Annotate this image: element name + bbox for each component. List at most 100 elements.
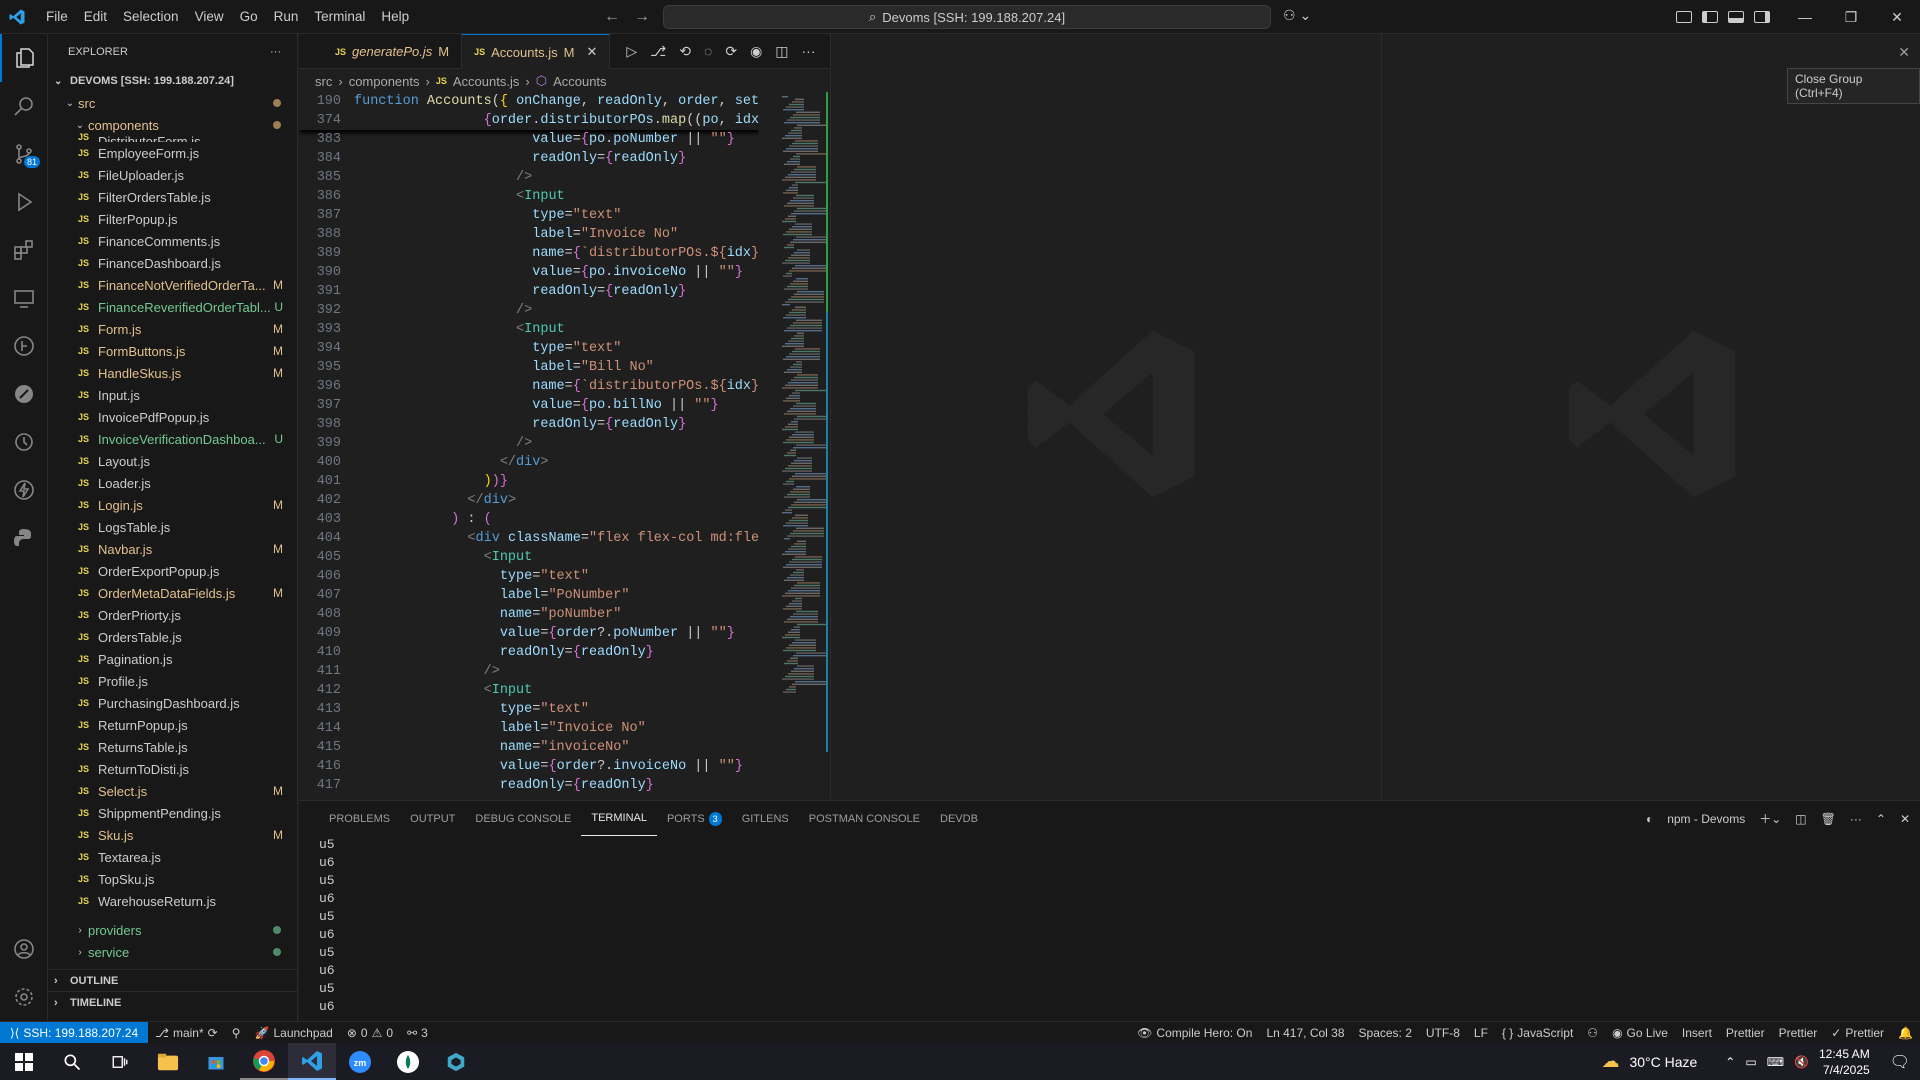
- terminal-name[interactable]: npm - Devoms: [1667, 812, 1745, 826]
- code-line[interactable]: 387 type="text": [299, 206, 759, 225]
- code-line[interactable]: 402 </div>: [299, 491, 759, 510]
- timeline-section[interactable]: › TIMELINE: [48, 991, 297, 1013]
- restore-icon[interactable]: ❐: [1828, 0, 1874, 34]
- code-line[interactable]: 396 name={`distributorPOs.${idx}.: [299, 377, 759, 396]
- close-tab-icon[interactable]: ✕: [586, 44, 597, 60]
- panel-tab-debug-console[interactable]: DEBUG CONSOLE: [465, 801, 581, 836]
- toggle-panel-icon[interactable]: [1728, 11, 1744, 23]
- code-line[interactable]: 413 type="text": [299, 700, 759, 719]
- file-item[interactable]: JS Textarea.js: [48, 846, 297, 868]
- menu-view[interactable]: View: [187, 0, 232, 34]
- next-change-icon[interactable]: ⟳: [725, 43, 737, 60]
- code-line[interactable]: 386 <Input: [299, 187, 759, 206]
- file-item[interactable]: JS FormButtons.js M: [48, 340, 297, 362]
- insert-mode[interactable]: Insert: [1675, 1026, 1719, 1040]
- chrome-icon[interactable]: [240, 1043, 288, 1080]
- file-item[interactable]: JS TopSku.js: [48, 868, 297, 890]
- file-item[interactable]: JS ShippmentPending.js: [48, 802, 297, 824]
- code-line[interactable]: 414 label="Invoice No": [299, 719, 759, 738]
- code-line[interactable]: 384 readOnly={readOnly}: [299, 149, 759, 168]
- notifications-icon[interactable]: 🔔: [1891, 1026, 1920, 1040]
- menu-run[interactable]: Run: [266, 0, 307, 34]
- store-icon[interactable]: [192, 1043, 240, 1080]
- code-line[interactable]: 397 value={po.billNo || ""}: [299, 396, 759, 415]
- file-item[interactable]: JS HandleSkus.js M: [48, 362, 297, 384]
- network-icon[interactable]: ⌨: [1767, 1055, 1784, 1069]
- indentation[interactable]: Spaces: 2: [1352, 1026, 1419, 1040]
- vscode-taskbar-icon[interactable]: [288, 1043, 336, 1080]
- file-item[interactable]: JS Loader.js: [48, 472, 297, 494]
- file-item[interactable]: JS ReturnPopup.js: [48, 714, 297, 736]
- file-item[interactable]: JS Input.js: [48, 384, 297, 406]
- panel-tab-output[interactable]: OUTPUT: [400, 801, 465, 836]
- back-arrow-icon[interactable]: ←: [604, 8, 620, 26]
- code-line[interactable]: 390 value={po.invoiceNo || ""}: [299, 263, 759, 282]
- terminal-output[interactable]: u5 u6 u5 u6 u5 u6 u5 u6 u5 u6: [299, 836, 1920, 1016]
- volume-mute-icon[interactable]: 🔇: [1794, 1055, 1809, 1069]
- code-line[interactable]: 405 <Input: [299, 548, 759, 567]
- code-line[interactable]: 415 name="invoiceNo": [299, 738, 759, 757]
- gitlens-blame-icon[interactable]: ◉: [750, 43, 762, 60]
- battery-icon[interactable]: ▭: [1745, 1055, 1756, 1069]
- breadcrumb-item[interactable]: src: [315, 74, 332, 89]
- zoom-icon[interactable]: zm: [336, 1043, 384, 1080]
- windows-start-icon[interactable]: [0, 1043, 48, 1080]
- file-item[interactable]: JS EmployeeForm.js: [48, 142, 297, 164]
- toggle-secondary-sidebar-icon[interactable]: [1754, 11, 1770, 23]
- weather-label[interactable]: 30°C Haze: [1629, 1054, 1697, 1070]
- file-item[interactable]: JS LogsTable.js: [48, 516, 297, 538]
- problems-status[interactable]: ⊗ 0 ⚠ 0: [340, 1026, 400, 1040]
- extensions-icon[interactable]: [0, 226, 48, 274]
- code-line[interactable]: 395 label="Bill No": [299, 358, 759, 377]
- file-item[interactable]: JS FinanceNotVerifiedOrderTa... M: [48, 274, 297, 296]
- code-line[interactable]: 401 ))}: [299, 472, 759, 491]
- file-item[interactable]: JS InvoiceVerificationDashboa... U: [48, 428, 297, 450]
- minimap[interactable]: [768, 92, 836, 799]
- workspace-root[interactable]: ⌄ DEVOMS [SSH: 199.188.207.24]: [48, 70, 297, 92]
- search-activity-icon[interactable]: [0, 82, 48, 130]
- tab-generatepo[interactable]: JS generatePo.js M: [299, 34, 463, 69]
- folder-service[interactable]: › service: [48, 941, 297, 963]
- go-live[interactable]: ◉ Go Live: [1605, 1026, 1675, 1040]
- source-control-icon[interactable]: 81: [0, 130, 48, 178]
- file-item[interactable]: JS OrderExportPopup.js: [48, 560, 297, 582]
- code-line[interactable]: 399 />: [299, 434, 759, 453]
- eol[interactable]: LF: [1467, 1026, 1495, 1040]
- file-item[interactable]: JS FilterOrdersTable.js: [48, 186, 297, 208]
- launchpad[interactable]: 🚀 Launchpad: [248, 1026, 340, 1040]
- taskbar-search-icon[interactable]: [48, 1043, 96, 1080]
- explorer-icon[interactable]: [0, 34, 48, 82]
- code-line[interactable]: 391 readOnly={readOnly}: [299, 282, 759, 301]
- split-editor-icon[interactable]: ◫: [775, 43, 788, 60]
- menu-selection[interactable]: Selection: [115, 0, 187, 34]
- code-line[interactable]: 393 <Input: [299, 320, 759, 339]
- toggle-sidebar-icon[interactable]: [1702, 11, 1718, 23]
- kill-terminal-icon[interactable]: 🗑: [1821, 812, 1836, 826]
- folder-src[interactable]: ⌄ src: [48, 92, 297, 114]
- file-item[interactable]: JS OrdersTable.js: [48, 626, 297, 648]
- cursor-position[interactable]: Ln 417, Col 38: [1259, 1026, 1351, 1040]
- menu-file[interactable]: File: [38, 0, 76, 34]
- file-item[interactable]: JS ReturnToDisti.js: [48, 758, 297, 780]
- encoding[interactable]: UTF-8: [1419, 1026, 1467, 1040]
- task-view-icon[interactable]: [96, 1043, 144, 1080]
- minimize-icon[interactable]: —: [1782, 0, 1828, 34]
- sticky-line[interactable]: 374 {order.distributorPOs.map((po, idx): [299, 111, 759, 130]
- file-item[interactable]: JS FinanceComments.js: [48, 230, 297, 252]
- code-line[interactable]: 398 readOnly={readOnly}: [299, 415, 759, 434]
- copilot-status-icon[interactable]: ⚇: [1580, 1026, 1605, 1040]
- code-editor[interactable]: 190 function Accounts({ onChange, readOnl…: [299, 92, 759, 799]
- prettier-1[interactable]: Prettier: [1719, 1026, 1772, 1040]
- more-actions-icon[interactable]: ···: [1850, 812, 1862, 826]
- command-center[interactable]: ⌕ Devoms [SSH: 199.188.207.24]: [663, 5, 1271, 29]
- code-line[interactable]: 385 />: [299, 168, 759, 187]
- breadcrumb-item[interactable]: Accounts.js: [453, 74, 519, 89]
- code-line[interactable]: 410 readOnly={readOnly}: [299, 643, 759, 662]
- breadcrumb-item[interactable]: components: [349, 74, 420, 89]
- open-changes-icon[interactable]: ⟲: [679, 43, 691, 60]
- gitlens-icon[interactable]: [0, 322, 48, 370]
- breadcrumb-item[interactable]: Accounts: [553, 74, 606, 89]
- file-item[interactable]: JS FilterPopup.js: [48, 208, 297, 230]
- code-line[interactable]: 411 />: [299, 662, 759, 681]
- code-line[interactable]: 406 type="text": [299, 567, 759, 586]
